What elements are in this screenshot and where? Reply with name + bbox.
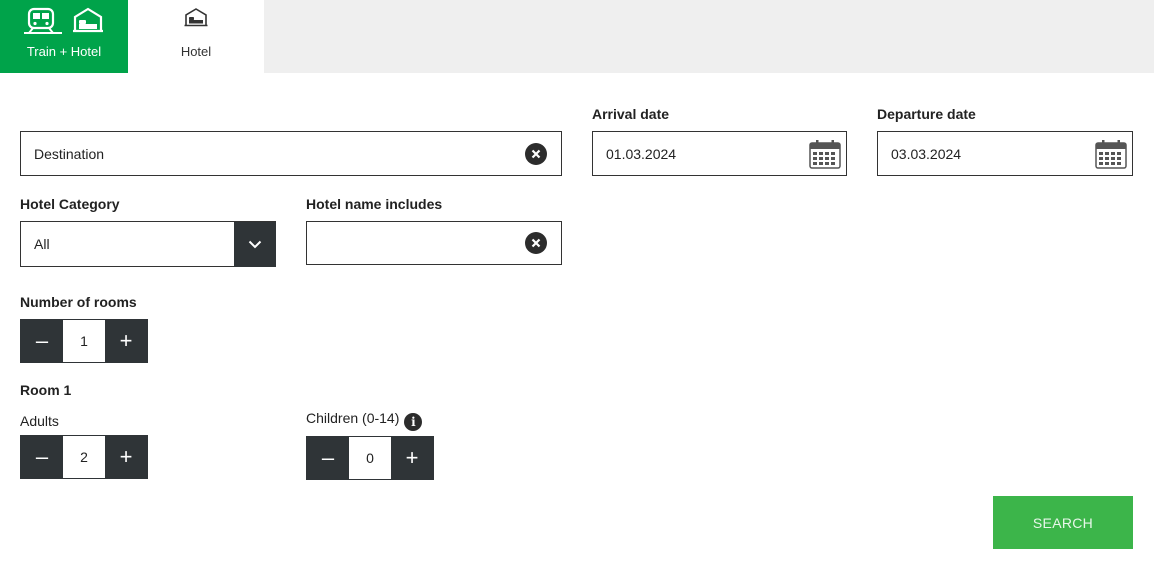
adults-value[interactable]: 2 xyxy=(63,436,105,478)
hotel-name-label: Hotel name includes xyxy=(306,196,443,212)
train-icon xyxy=(23,6,63,41)
clear-icon[interactable] xyxy=(525,232,547,254)
departure-date-field[interactable]: 03.03.2024 xyxy=(877,131,1133,176)
rooms-plus-button[interactable]: + xyxy=(105,320,147,362)
adults-minus-button[interactable]: – xyxy=(21,436,63,478)
tab-train-hotel-label: Train + Hotel xyxy=(26,44,102,59)
departure-date-input[interactable]: 03.03.2024 xyxy=(878,146,1094,162)
children-stepper: – 0 + xyxy=(306,436,434,480)
calendar-icon[interactable] xyxy=(1094,138,1128,170)
destination-input[interactable]: Destination xyxy=(21,146,525,162)
clear-icon[interactable] xyxy=(525,142,547,165)
hotel-category-value: All xyxy=(34,236,50,252)
rooms-label: Number of rooms xyxy=(20,294,137,310)
search-button[interactable]: SEARCH xyxy=(993,496,1133,549)
adults-stepper: – 2 + xyxy=(20,435,148,479)
arrival-date-input[interactable]: 01.03.2024 xyxy=(593,146,808,162)
rooms-minus-button[interactable]: – xyxy=(21,320,63,362)
chevron-down-icon[interactable] xyxy=(234,221,276,267)
tab-hotel-label: Hotel xyxy=(180,44,212,59)
tab-train-hotel[interactable]: Train + Hotel xyxy=(0,0,128,73)
children-label: Children (0-14) xyxy=(306,410,400,426)
tab-hotel[interactable]: Hotel xyxy=(128,0,264,73)
arrival-date-field[interactable]: 01.03.2024 xyxy=(592,131,847,176)
bed-icon xyxy=(183,6,209,35)
bed-icon xyxy=(71,6,105,41)
children-minus-button[interactable]: – xyxy=(307,437,349,479)
hotel-name-field[interactable] xyxy=(306,221,562,265)
adults-plus-button[interactable]: + xyxy=(105,436,147,478)
arrival-date-label: Arrival date xyxy=(592,106,670,122)
adults-label: Adults xyxy=(20,413,59,429)
children-value[interactable]: 0 xyxy=(349,437,391,479)
calendar-icon[interactable] xyxy=(808,138,842,170)
children-plus-button[interactable]: + xyxy=(391,437,433,479)
departure-date-label: Departure date xyxy=(877,106,976,122)
hotel-category-label: Hotel Category xyxy=(20,196,120,212)
rooms-value[interactable]: 1 xyxy=(63,320,105,362)
rooms-stepper: – 1 + xyxy=(20,319,148,363)
destination-field[interactable]: Destination xyxy=(20,131,562,176)
info-icon[interactable]: i xyxy=(404,413,423,431)
children-label-wrap: Children (0-14) i xyxy=(306,410,423,431)
hotel-category-select[interactable]: All xyxy=(20,221,276,267)
room-1-title: Room 1 xyxy=(20,382,72,398)
